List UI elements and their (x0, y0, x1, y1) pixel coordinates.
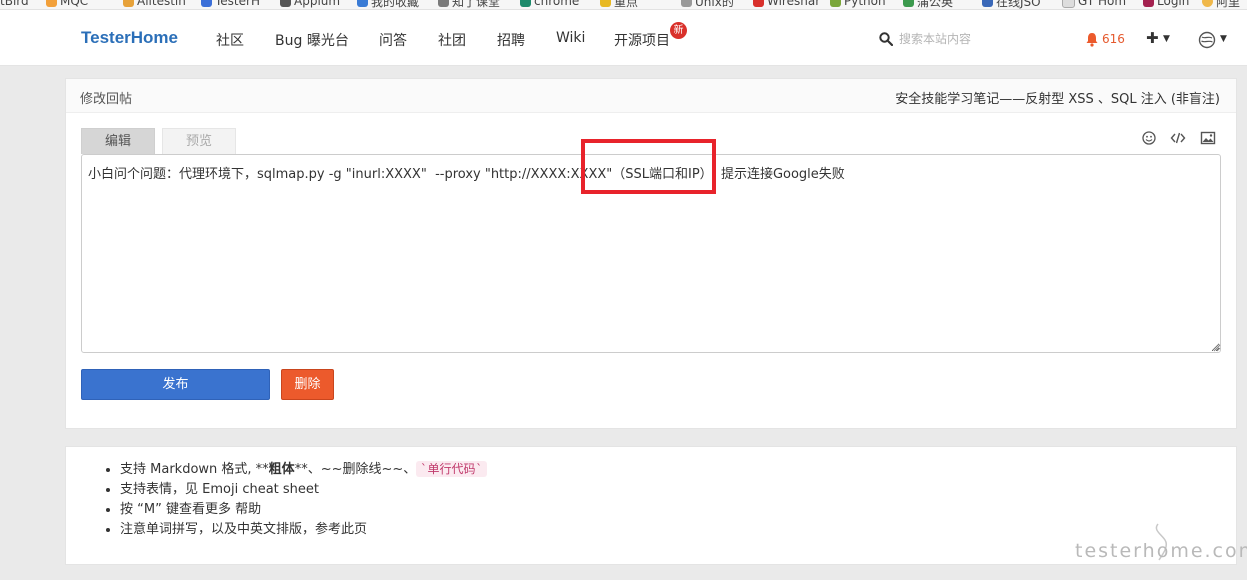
bookmark-icon (123, 0, 134, 7)
bookmark-item[interactable]: TesterH (201, 0, 260, 8)
navbar: TesterHome 社区 Bug 曝光台 问答 社团 招聘 Wiki 开源项目… (0, 10, 1247, 66)
site-logo[interactable]: TesterHome (81, 28, 178, 48)
tab-preview[interactable]: 预览 (162, 128, 236, 154)
nav-item-teams[interactable]: 社团 (438, 30, 466, 50)
panel-header: 修改回帖 安全技能学习笔记——反射型 XSS 、SQL 注入 (非盲注) (66, 79, 1236, 113)
list-item[interactable]: 支持表情，见 Emoji cheat sheet (120, 480, 487, 500)
bookmark-icon (681, 0, 692, 7)
bookmark-item[interactable]: 重点 (600, 0, 639, 9)
topic-title-link[interactable]: 安全技能学习笔记——反射型 XSS 、SQL 注入 (非盲注) (895, 88, 1220, 107)
bookmark-item[interactable]: Wireshar (753, 0, 820, 8)
bookmark-label: 知了课堂 (452, 0, 501, 9)
bookmark-label: tBird (0, 0, 29, 8)
tab-edit[interactable]: 编辑 (81, 128, 155, 154)
bookmark-icon (1143, 0, 1154, 7)
bookmark-icon (201, 0, 212, 7)
bookmark-icon (600, 0, 611, 7)
help-text: 支持 Markdown 格式, ** (120, 462, 269, 477)
bookmark-icon (280, 0, 291, 7)
bookmark-item[interactable]: GT Hom (1062, 0, 1126, 8)
bookmark-label: GT Hom (1078, 0, 1127, 8)
bookmark-label: Python (844, 0, 886, 8)
bookmark-item[interactable]: 蒲公英 (903, 0, 954, 9)
bookmark-item[interactable]: Alitestin (123, 0, 186, 8)
bookmark-label: Alitestin (137, 0, 186, 8)
delete-button[interactable]: 删除 (281, 369, 334, 400)
nav-item-wiki[interactable]: Wiki (556, 30, 585, 46)
bookmark-icon (1202, 0, 1213, 7)
bookmark-label: 重点 (614, 0, 639, 9)
resize-handle-icon[interactable] (1213, 344, 1221, 352)
bell-icon[interactable] (1085, 32, 1099, 47)
highlight-annotation (581, 139, 716, 194)
bookmark-label: 在线JSO (996, 0, 1041, 9)
nav-item-community[interactable]: 社区 (216, 30, 244, 50)
edit-reply-panel: 修改回帖 安全技能学习笔记——反射型 XSS 、SQL 注入 (非盲注) 编辑 … (65, 78, 1237, 429)
search-icon[interactable] (879, 32, 893, 46)
nav-item-bug-board[interactable]: Bug 曝光台 (275, 30, 349, 50)
bookmarks-bar: tBird MQC Alitestin TesterH Appium 我的收藏 … (0, 0, 1247, 10)
plus-icon[interactable]: ✚ (1146, 29, 1159, 47)
bookmark-label: Appium (294, 0, 341, 8)
bookmark-item[interactable]: 在线JSO (982, 0, 1041, 9)
caret-down-icon[interactable]: ▼ (1163, 34, 1170, 44)
bookmark-icon (1062, 0, 1075, 8)
nav-item-qa[interactable]: 问答 (379, 30, 407, 50)
bookmark-label: chrome (534, 0, 580, 8)
bookmark-label: 蒲公英 (917, 0, 954, 9)
bookmark-icon (903, 0, 914, 7)
bookmark-label: 阿里 (1216, 0, 1241, 9)
bookmark-item[interactable]: 我的收藏 (357, 0, 420, 9)
notification-count[interactable]: 616 (1102, 32, 1125, 46)
search-input[interactable] (897, 29, 1051, 49)
emoji-icon[interactable] (1141, 130, 1157, 146)
bookmark-label: Login (1157, 0, 1190, 8)
publish-button[interactable]: 发布 (81, 369, 270, 400)
watermark-text: testerhome.com (1075, 540, 1247, 562)
bookmark-icon (357, 0, 368, 7)
bookmark-icon (438, 0, 449, 7)
panel-title: 修改回帖 (80, 92, 133, 107)
bookmark-item[interactable]: Login (1143, 0, 1189, 8)
bookmark-label: Unix的 (695, 0, 734, 9)
bookmark-item[interactable]: tBird (0, 0, 29, 8)
bookmark-label: TesterH (215, 0, 260, 8)
bookmark-icon (520, 0, 531, 7)
bookmark-item[interactable]: chrome (520, 0, 579, 8)
bookmark-label: 我的收藏 (371, 0, 420, 9)
nav-item-opensource[interactable]: 开源项目 (614, 30, 670, 50)
bookmark-item[interactable]: 知了课堂 (438, 0, 501, 9)
caret-down-icon[interactable]: ▼ (1220, 34, 1227, 44)
image-icon[interactable] (1200, 130, 1216, 146)
list-item[interactable]: 注意单词拼写，以及中英文排版，参考此页 (120, 520, 487, 540)
markdown-help-panel: 支持 Markdown 格式, **粗体**、~~删除线~~、`单行代码` 支持… (65, 446, 1237, 565)
bookmark-icon (753, 0, 764, 7)
bookmark-item[interactable]: 阿里 (1202, 0, 1241, 9)
help-text: **、~~删除线~~、 (294, 462, 417, 477)
avatar[interactable] (1198, 31, 1216, 49)
bookmark-item[interactable]: Appium (280, 0, 340, 8)
nav-item-jobs[interactable]: 招聘 (497, 30, 525, 50)
bookmark-icon (830, 0, 841, 7)
list-item[interactable]: 按 “M” 键查看更多 帮助 (120, 500, 487, 520)
list-item: 支持 Markdown 格式, **粗体**、~~删除线~~、`单行代码` (120, 459, 487, 480)
help-bold-text: 粗体 (268, 462, 295, 477)
help-code-sample: `单行代码` (416, 461, 487, 477)
bookmark-icon (46, 0, 57, 7)
help-list: 支持 Markdown 格式, **粗体**、~~删除线~~、`单行代码` 支持… (104, 459, 487, 540)
code-icon[interactable] (1170, 130, 1186, 146)
new-badge: 新 (670, 22, 687, 39)
bookmark-item[interactable]: Python (830, 0, 886, 8)
bookmark-label: Wireshar (767, 0, 821, 8)
bookmark-item[interactable]: Unix的 (681, 0, 734, 9)
bookmark-icon (982, 0, 993, 7)
bookmark-label: MQC (60, 0, 89, 8)
watermark: testerhome.com (1073, 520, 1247, 580)
bookmark-item[interactable]: MQC (46, 0, 88, 8)
